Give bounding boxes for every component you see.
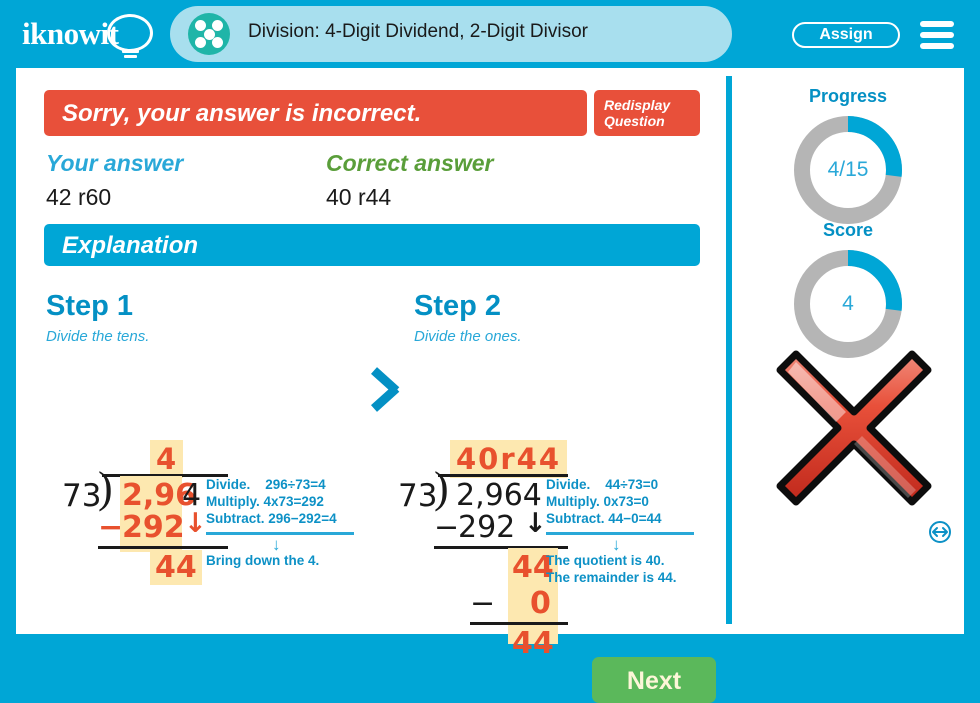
step-2-bring-down-arrow: ↓ [524,508,547,539]
correct-answer-value: 40 r44 [326,184,392,210]
assign-button[interactable]: Assign [792,22,900,48]
step-1-subtract-value: 292 [122,510,185,545]
resize-horizontal-icon[interactable] [928,520,952,544]
lesson-title-band: Division: 4-Digit Dividend, 2-Digit Divi… [170,6,732,62]
brand-logo-text: iknowit [22,16,119,51]
step-2-division-bracket: ) [434,463,449,512]
app-header: iknowit Division: 4-Digit Dividend, 2-Di… [0,0,980,68]
progress-label: Progress [808,86,888,106]
step-2-subtract-value: 292 [458,510,516,545]
dice-five-dots-icon [188,13,230,55]
score-value: 4 [842,292,854,315]
step-1-difference: 44 [150,550,202,585]
step-2-conclusion-quotient: The quotient is 40. [546,553,665,568]
lightbulb-base2-icon [124,55,137,58]
step-1-note-subtract: Subtract. 296−292=4 [206,511,337,526]
step-2-remainder: 44 [512,626,554,661]
next-button[interactable]: Next [592,657,716,703]
chevron-right-icon [372,358,406,414]
step-1-bring-down-arrow: ↓ [184,508,207,539]
step-2-subtitle: Divide the ones. [414,328,522,345]
brand-logo[interactable]: iknowit [22,8,162,60]
progress-ring: 4/15 [788,110,908,230]
result-banner: Sorry, your answer is incorrect. [44,90,587,136]
step-2-remainder-line [470,622,568,625]
redisplay-question-label: Redisplay Question [604,97,671,129]
step-2-note-divide: Divide. 44÷73=0 [546,477,659,492]
next-button-label: Next [626,667,682,695]
step-2-conclusion-remainder: The remainder is 44. [546,570,677,585]
step-2-note-subtract: Subtract. 44−0=44 [546,511,662,526]
step-2-subtract-sign: − [434,510,460,545]
explanation-header: Explanation [44,224,700,266]
redisplay-question-button[interactable]: Redisplay Question [594,90,700,136]
step-1-note-arrow-icon: ↓ [272,535,281,554]
lightbulb-base-icon [122,50,139,53]
step-1-conclusion: Bring down the 4. [206,553,320,568]
step-1-subtitle: Divide the tens. [46,328,150,345]
step-2-quotient: 40r44 [450,440,568,478]
score-label: Score [822,220,874,240]
correct-answer-label: Correct answer [326,150,494,176]
result-banner-text: Sorry, your answer is incorrect. [62,100,422,127]
lightbulb-icon [107,14,153,52]
hamburger-menu-icon[interactable] [920,20,954,50]
content-shell: Sorry, your answer is incorrect. Redispl… [16,68,964,703]
explanation-heading-text: Explanation [62,232,199,259]
step-1-divisor: 73 [62,478,102,514]
step-2-note-arrow-icon: ↓ [612,535,621,554]
step-1-title: Step 1 [46,290,134,322]
step-2-second-sign: − [470,586,496,621]
step-2-second-value: 0 [530,586,551,621]
step-1-note-multiply: Multiply. 4x73=292 [206,494,324,509]
step-1-subtraction-line [98,546,228,549]
step-1-note-divide: Divide. 296÷73=4 [206,477,326,492]
status-sidebar: Progress 4/15 Score 4 [732,68,964,634]
step-2-divisor: 73 [398,478,438,514]
your-answer-label: Your answer [46,150,184,176]
red-x-incorrect-icon [766,340,942,516]
step-2-long-division: 40r44 73 ) 2,964 − 292 ↓ 44 − 0 44 [398,440,598,661]
progress-value: 4/15 [827,158,869,181]
step-1-quotient: 4 [150,440,184,478]
step-1-subtract-sign: − [98,510,124,545]
your-answer-value: 42 r60 [46,184,112,210]
step-2-title: Step 2 [414,290,502,322]
step-1-division-bracket: ) [98,463,113,512]
step-2-note-multiply: Multiply. 0x73=0 [546,494,649,509]
main-panel: Sorry, your answer is incorrect. Redispl… [16,68,726,661]
lesson-title: Division: 4-Digit Dividend, 2-Digit Divi… [248,21,588,42]
